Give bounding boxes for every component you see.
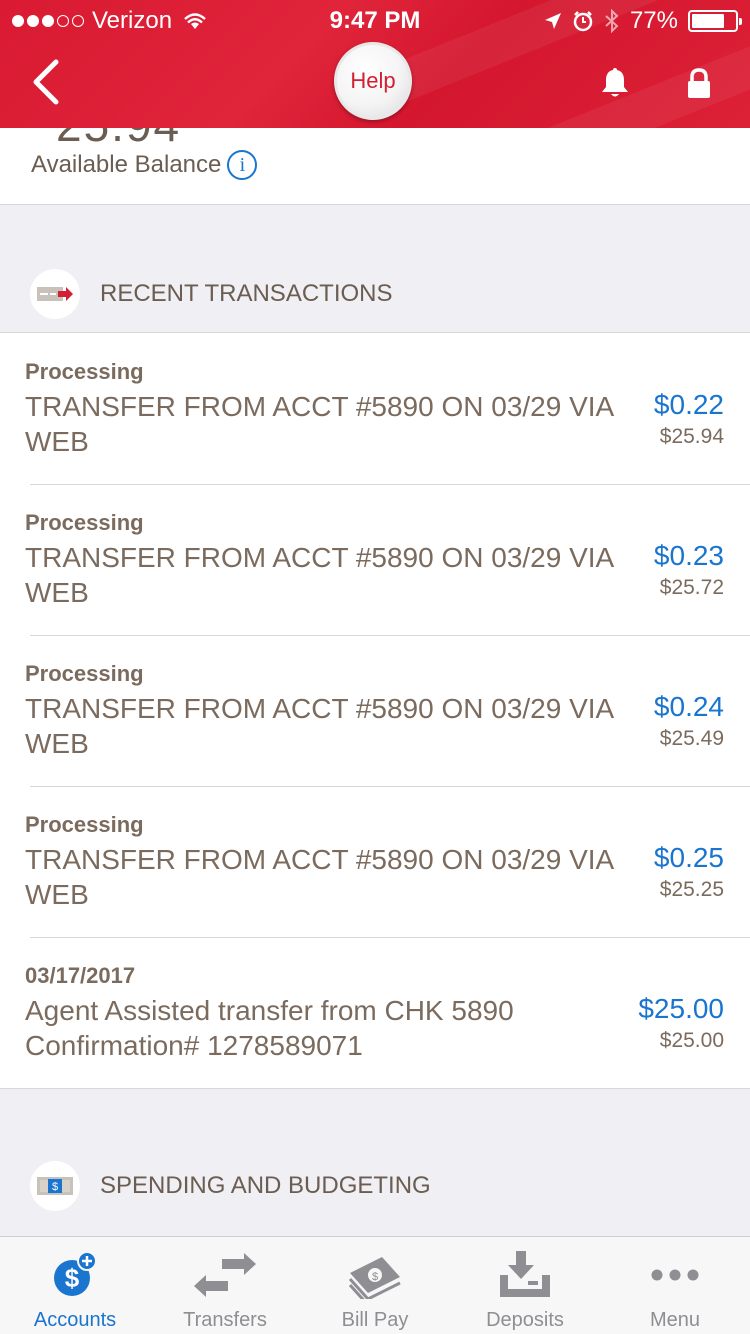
help-button[interactable]: Help — [334, 42, 412, 120]
transfer-arrows-icon — [194, 1253, 256, 1297]
notifications-button[interactable] — [598, 66, 632, 105]
tab-label: Transfers — [183, 1309, 267, 1331]
deposit-icon — [500, 1251, 550, 1297]
transaction-description: TRANSFER FROM ACCT #5890 ON 03/29 VIA WE… — [25, 844, 613, 910]
tab-label: Accounts — [33, 1309, 117, 1331]
tab-label: Bill Pay — [341, 1309, 409, 1331]
battery-percent: 77% — [629, 7, 678, 34]
more-dots-icon — [651, 1269, 699, 1281]
section-title: RECENT TRANSACTIONS — [100, 280, 393, 307]
transaction-status: Processing — [25, 661, 144, 686]
transaction-description: TRANSFER FROM ACCT #5890 ON 03/29 VIA WE… — [25, 542, 613, 608]
running-balance: $25.00 — [659, 1029, 724, 1052]
balance-card: 25.94 Available Balance i — [0, 128, 750, 205]
running-balance: $25.94 — [659, 425, 724, 448]
balance-amount: 25.94 — [56, 128, 181, 152]
tab-deposits[interactable]: Deposits — [450, 1237, 600, 1334]
transaction-description: Agent Assisted transfer from CHK 5890 Co… — [25, 995, 514, 1061]
transactions-icon — [30, 269, 80, 319]
help-label: Help — [350, 68, 396, 93]
transaction-status: Processing — [25, 812, 144, 837]
transaction-description: TRANSFER FROM ACCT #5890 ON 03/29 VIA WE… — [25, 391, 613, 457]
transactions-list: Processing TRANSFER FROM ACCT #5890 ON 0… — [0, 332, 750, 1089]
tab-menu[interactable]: Menu — [600, 1237, 750, 1334]
transaction-row[interactable]: Processing TRANSFER FROM ACCT #5890 ON 0… — [0, 333, 750, 484]
transaction-amount: $0.23 — [653, 540, 724, 571]
svg-text:$: $ — [372, 1271, 378, 1283]
bell-icon — [602, 68, 628, 97]
back-button[interactable] — [28, 58, 68, 106]
accounts-dollar-icon: $ — [54, 1251, 97, 1296]
section-title: SPENDING AND BUDGETING — [100, 1172, 431, 1199]
transaction-amount: $0.22 — [653, 389, 724, 420]
tab-bar: $ Accounts Transfers $ Bill Pay Deposits… — [0, 1236, 750, 1334]
battery-icon — [688, 10, 742, 32]
transaction-amount: $25.00 — [638, 993, 724, 1024]
transaction-description: TRANSFER FROM ACCT #5890 ON 03/29 VIA WE… — [25, 693, 613, 759]
money-bill-icon: $ — [30, 1161, 80, 1211]
transaction-status: Processing — [25, 510, 144, 535]
transaction-date: 03/17/2017 — [25, 963, 136, 988]
spending-budgeting-header[interactable]: $ SPENDING AND BUDGETING — [0, 1156, 750, 1216]
running-balance: $25.72 — [659, 576, 724, 599]
tab-accounts[interactable]: $ Accounts — [0, 1237, 150, 1334]
transaction-row[interactable]: Processing TRANSFER FROM ACCT #5890 ON 0… — [0, 484, 750, 635]
running-balance: $25.49 — [659, 727, 724, 750]
tab-bill-pay[interactable]: $ Bill Pay — [300, 1237, 450, 1334]
lock-icon — [688, 68, 710, 98]
running-balance: $25.25 — [659, 878, 724, 901]
lock-button[interactable] — [686, 68, 712, 105]
recent-transactions-header: RECENT TRANSACTIONS — [0, 264, 750, 324]
svg-text:$: $ — [52, 1181, 58, 1193]
tab-transfers[interactable]: Transfers — [150, 1237, 300, 1334]
bluetooth-icon — [605, 9, 619, 33]
info-icon[interactable]: i — [227, 150, 258, 180]
transaction-row[interactable]: 03/17/2017 Agent Assisted transfer from … — [0, 937, 750, 1088]
transaction-row[interactable]: Processing TRANSFER FROM ACCT #5890 ON 0… — [0, 786, 750, 937]
back-chevron-icon — [33, 59, 59, 105]
tab-label: Menu — [649, 1309, 701, 1331]
available-balance-label: Available Balance — [31, 151, 222, 178]
app-header: Verizon 9:47 PM 77% Help — [0, 0, 750, 128]
transaction-row[interactable]: Processing TRANSFER FROM ACCT #5890 ON 0… — [0, 635, 750, 786]
transaction-amount: $0.24 — [653, 691, 724, 722]
alarm-clock-icon — [573, 11, 593, 32]
bill-pay-icon: $ — [348, 1257, 401, 1299]
svg-text:$: $ — [65, 1263, 80, 1293]
transaction-status: Processing — [25, 359, 144, 384]
status-bar: Verizon 9:47 PM 77% — [0, 0, 750, 40]
tab-label: Deposits — [486, 1309, 564, 1331]
location-arrow-icon — [544, 13, 561, 29]
transaction-amount: $0.25 — [653, 842, 724, 873]
